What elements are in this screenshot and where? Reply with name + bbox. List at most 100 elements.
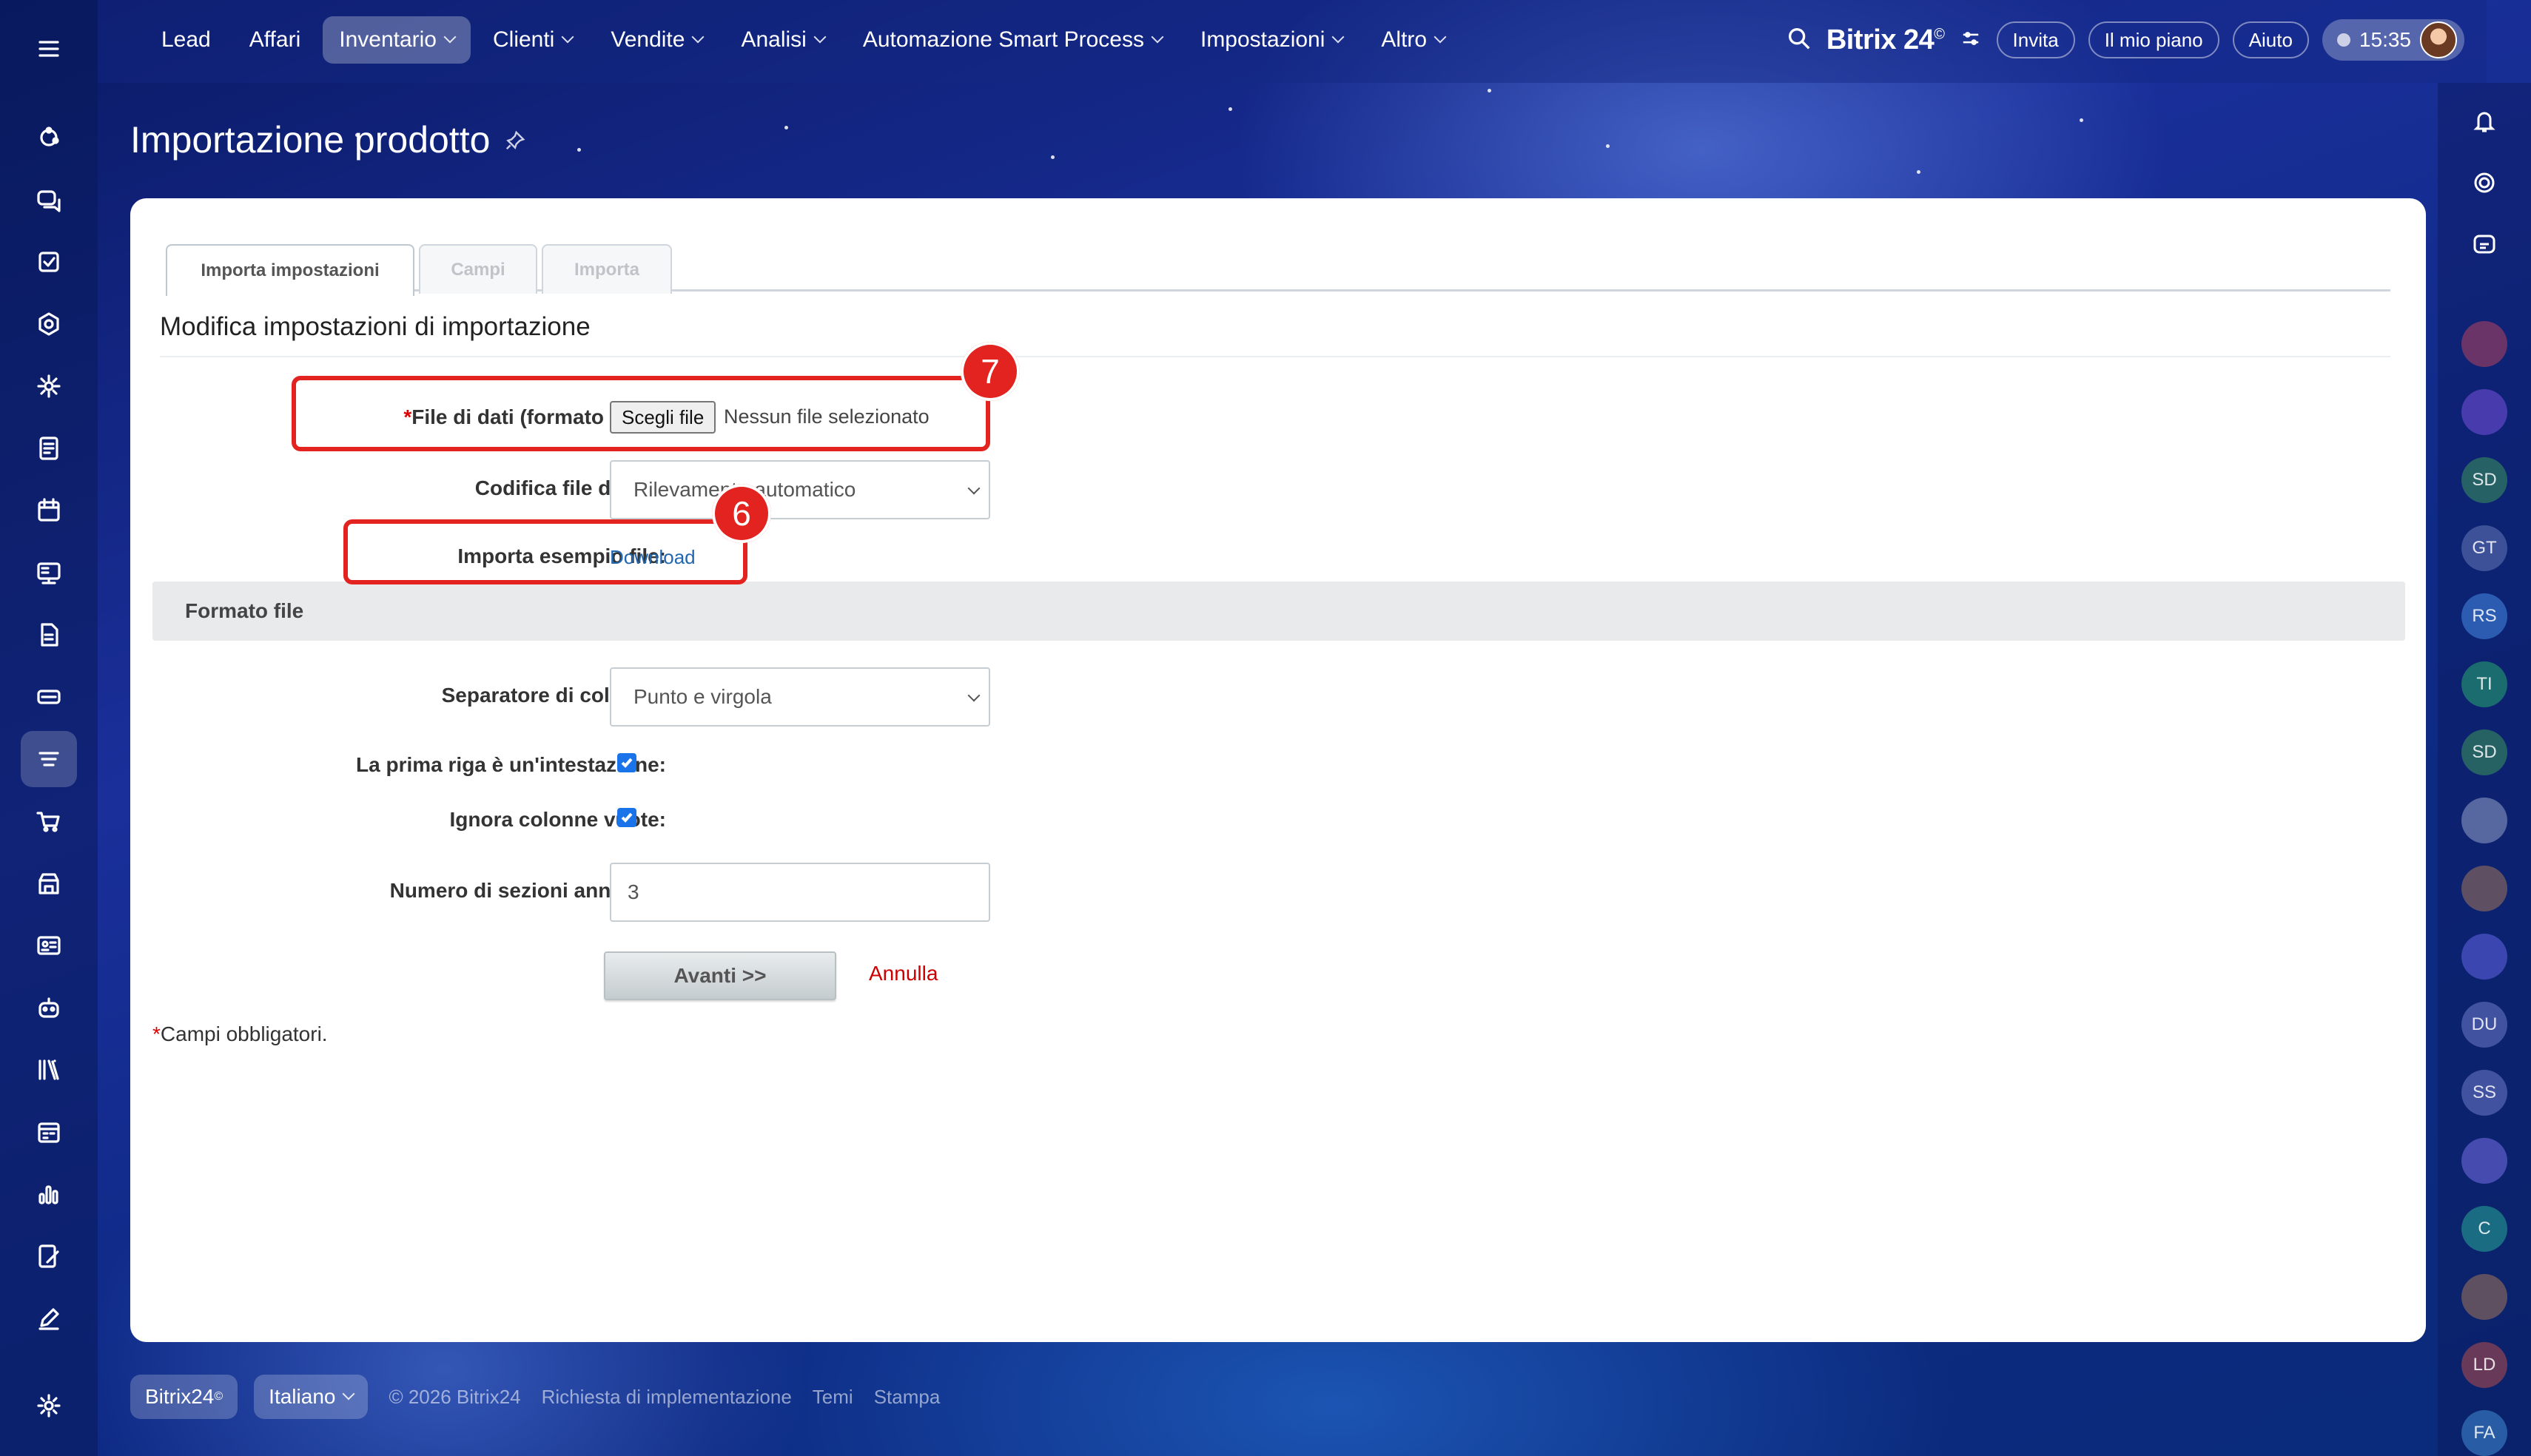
contact-avatar[interactable]: FA (2461, 1410, 2507, 1456)
planner-icon[interactable] (21, 1104, 77, 1160)
copilot-icon[interactable] (2461, 160, 2507, 206)
analytics-icon[interactable] (21, 1166, 77, 1222)
top-bar: Lead Affari Inventario Clienti Vendite A… (98, 0, 2487, 83)
nav-vendite[interactable]: Vendite (594, 16, 719, 64)
next-button[interactable]: Avanti >> (604, 951, 836, 1000)
footer-copyright: © 2026 Bitrix24 (389, 1385, 521, 1408)
inventory-icon[interactable] (21, 731, 77, 787)
settings-sliders-icon[interactable] (1958, 26, 1983, 55)
contact-avatar[interactable]: GT (2461, 525, 2507, 571)
nav-impostazioni[interactable]: Impostazioni (1184, 16, 1359, 64)
brand-logo[interactable]: Bitrix 24© (1826, 24, 1945, 56)
user-avatar[interactable] (2420, 21, 2457, 58)
contact-avatar[interactable]: SD (2461, 457, 2507, 503)
activity-icon[interactable] (21, 109, 77, 166)
calendar-chat-avatar[interactable] (2461, 1138, 2507, 1184)
search-icon[interactable] (1785, 24, 1813, 56)
language-select[interactable]: Italiano (254, 1375, 369, 1419)
contact-avatar[interactable]: C (2461, 1206, 2507, 1252)
file-format-section: Formato file (152, 582, 2405, 641)
store-icon[interactable] (21, 855, 77, 911)
divider (160, 356, 2390, 357)
encoding-select[interactable]: Rilevamento automatico (610, 460, 990, 519)
bot-icon[interactable] (21, 980, 77, 1036)
settings-gear-icon[interactable] (21, 1378, 77, 1434)
chevron-down-icon (1331, 30, 1345, 44)
highlight-sample-row (343, 519, 747, 584)
right-sidebar: SD GT RS TI SD DU SS C LD FA (2438, 83, 2531, 1456)
cancel-link[interactable]: Annulla (869, 962, 938, 985)
page-title: Importazione prodotto (130, 118, 527, 161)
contact-avatar[interactable]: SD (2461, 729, 2507, 775)
nav-automazione[interactable]: Automazione Smart Process (847, 16, 1178, 64)
top-right-controls: Bitrix 24© Invita Il mio piano Aiuto 15:… (1785, 16, 2464, 64)
chevron-down-icon (561, 30, 574, 44)
annotation-badge-6: 6 (712, 484, 771, 543)
bell-icon[interactable] (2461, 98, 2507, 144)
contact-center-icon[interactable] (21, 917, 77, 974)
calendar-icon[interactable] (21, 482, 77, 539)
nav-altro[interactable]: Altro (1365, 16, 1461, 64)
contact-avatar[interactable] (2461, 934, 2507, 980)
contact-avatar[interactable]: LD (2461, 1342, 2507, 1388)
chat-icon[interactable] (21, 172, 77, 228)
contact-avatar[interactable]: TI (2461, 661, 2507, 707)
check-icon (621, 812, 633, 823)
nav-lead[interactable]: Lead (145, 16, 227, 64)
nav-analisi[interactable]: Analisi (725, 16, 840, 64)
separator-select[interactable]: Punto e virgola (610, 667, 990, 727)
main-nav: Lead Affari Inventario Clienti Vendite A… (145, 16, 1461, 64)
nav-clienti[interactable]: Clienti (477, 16, 588, 64)
pin-icon[interactable] (503, 118, 527, 161)
tab-fields[interactable]: Campi (419, 244, 537, 294)
chevron-down-icon (1151, 30, 1164, 44)
nav-inventario[interactable]: Inventario (323, 16, 471, 64)
section-title: Modifica impostazioni di importazione (160, 312, 591, 341)
ignore-empty-checkbox[interactable] (617, 808, 636, 827)
chevron-down-icon (443, 30, 457, 44)
contact-avatar[interactable]: RS (2461, 593, 2507, 639)
annotation-badge-7: 7 (961, 342, 1020, 401)
footer-brand[interactable]: Bitrix24 © (130, 1375, 238, 1419)
contact-avatar[interactable] (2461, 1274, 2507, 1320)
footer-implementation-link[interactable]: Richiesta di implementazione (542, 1386, 792, 1409)
contact-avatar[interactable] (2461, 866, 2507, 911)
contact-avatar[interactable]: SS (2461, 1070, 2507, 1116)
edit-icon[interactable] (21, 1290, 77, 1347)
chevron-down-icon (813, 30, 827, 44)
sites-icon[interactable] (21, 545, 77, 601)
my-plan-button[interactable]: Il mio piano (2088, 21, 2219, 58)
help-button[interactable]: Aiuto (2232, 21, 2309, 58)
nav-affari[interactable]: Affari (233, 16, 317, 64)
crm-icon[interactable] (21, 296, 77, 352)
automation-icon[interactable] (21, 358, 77, 414)
sign-icon[interactable] (21, 1228, 77, 1284)
cart-icon[interactable] (21, 793, 77, 849)
check-icon (621, 758, 633, 768)
footer: Bitrix24 © Italiano © 2026 Bitrix24 Richi… (130, 1375, 940, 1419)
clock-widget[interactable]: 15:35 (2322, 19, 2464, 61)
documents-icon[interactable] (21, 420, 77, 476)
chevron-down-icon (967, 482, 981, 495)
contact-avatar[interactable]: DU (2461, 1002, 2507, 1048)
invite-button[interactable]: Invita (1996, 21, 2075, 58)
contact-avatar[interactable] (2461, 389, 2507, 435)
file-icon[interactable] (21, 607, 77, 663)
tasks-icon[interactable] (21, 234, 77, 290)
menu-icon[interactable] (21, 21, 77, 77)
search-chat-icon[interactable] (2461, 222, 2507, 268)
chevron-down-icon (342, 1387, 355, 1401)
tab-import[interactable]: Importa (542, 244, 672, 294)
left-sidebar (0, 0, 98, 1456)
first-row-checkbox[interactable] (617, 753, 636, 772)
nested-sections-input[interactable]: 3 (610, 863, 990, 922)
chevron-down-icon (967, 689, 981, 702)
required-note: *Campi obbligatori. (152, 1022, 328, 1045)
knowledge-icon[interactable] (21, 1042, 77, 1098)
contact-avatar[interactable] (2461, 321, 2507, 367)
footer-themes-link[interactable]: Temi (813, 1386, 853, 1409)
contact-avatar[interactable] (2461, 798, 2507, 843)
tab-import-settings[interactable]: Importa impostazioni (166, 244, 414, 296)
drive-icon[interactable] (21, 669, 77, 725)
footer-print-link[interactable]: Stampa (874, 1386, 941, 1409)
